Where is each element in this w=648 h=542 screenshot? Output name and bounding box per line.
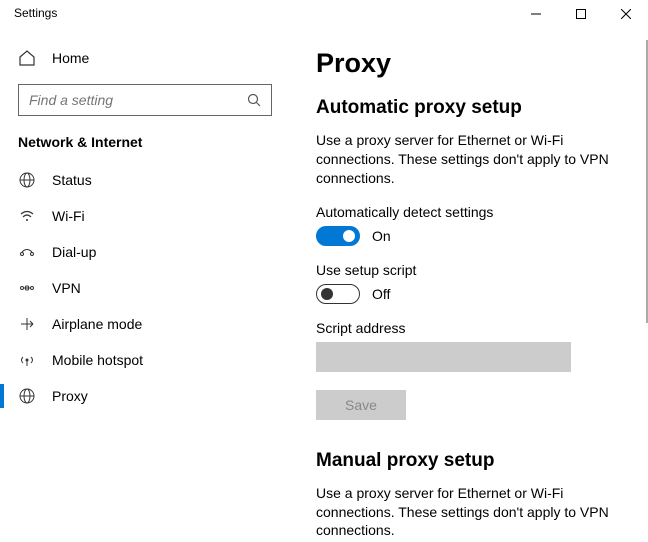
home-icon <box>18 49 36 67</box>
maximize-icon <box>576 9 586 19</box>
maximize-button[interactable] <box>558 0 603 28</box>
sidebar-item-dialup[interactable]: Dial-up <box>0 234 290 270</box>
script-toggle[interactable] <box>316 284 360 304</box>
close-icon <box>621 9 631 19</box>
detect-state: On <box>372 228 391 244</box>
minimize-icon <box>531 9 541 19</box>
section-manual-heading: Manual proxy setup <box>316 450 622 472</box>
globe-icon <box>18 171 36 189</box>
nav-home-label: Home <box>52 50 89 66</box>
settings-window: Settings Home <box>0 0 648 542</box>
script-state: Off <box>372 286 390 302</box>
close-button[interactable] <box>603 0 648 28</box>
sidebar-item-label: Dial-up <box>52 244 96 260</box>
page-title: Proxy <box>316 48 622 79</box>
section-manual-desc: Use a proxy server for Ethernet or Wi-Fi… <box>316 484 622 541</box>
sidebar-item-status[interactable]: Status <box>0 162 290 198</box>
titlebar: Settings <box>0 0 648 30</box>
minimize-button[interactable] <box>513 0 558 28</box>
sidebar-item-airplane[interactable]: Airplane mode <box>0 306 290 342</box>
airplane-icon <box>18 315 36 333</box>
section-auto-desc: Use a proxy server for Ethernet or Wi-Fi… <box>316 131 622 188</box>
section-auto-heading: Automatic proxy setup <box>316 97 622 119</box>
window-title: Settings <box>0 0 57 20</box>
dialup-icon <box>18 243 36 261</box>
sidebar-item-hotspot[interactable]: Mobile hotspot <box>0 342 290 378</box>
save-button[interactable]: Save <box>316 390 406 420</box>
search-input[interactable] <box>29 92 247 108</box>
sidebar-item-label: Status <box>52 172 92 188</box>
sidebar-item-wifi[interactable]: Wi-Fi <box>0 198 290 234</box>
search-box[interactable] <box>18 84 272 116</box>
sidebar-item-label: VPN <box>52 280 81 296</box>
sidebar-item-proxy[interactable]: Proxy <box>0 378 290 414</box>
script-address-input[interactable] <box>316 342 571 372</box>
content-pane: Proxy Automatic proxy setup Use a proxy … <box>290 30 648 542</box>
address-label: Script address <box>316 320 622 336</box>
search-icon <box>247 93 261 107</box>
sidebar-section-title: Network & Internet <box>0 128 290 162</box>
sidebar: Home Network & Internet Status <box>0 30 290 542</box>
sidebar-item-label: Proxy <box>52 388 88 404</box>
globe-icon <box>18 387 36 405</box>
detect-toggle[interactable] <box>316 226 360 246</box>
sidebar-item-label: Wi-Fi <box>52 208 85 224</box>
hotspot-icon <box>18 351 36 369</box>
wifi-icon <box>18 207 36 225</box>
script-label: Use setup script <box>316 262 622 278</box>
sidebar-item-label: Mobile hotspot <box>52 352 143 368</box>
nav-home[interactable]: Home <box>0 40 290 76</box>
vpn-icon <box>18 279 36 297</box>
sidebar-item-label: Airplane mode <box>52 316 142 332</box>
detect-label: Automatically detect settings <box>316 204 622 220</box>
sidebar-item-vpn[interactable]: VPN <box>0 270 290 306</box>
